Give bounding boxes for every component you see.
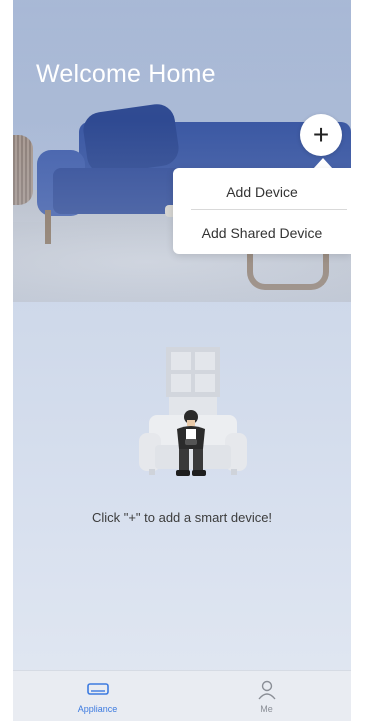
person-shoe <box>192 470 206 476</box>
person-icon <box>257 680 276 700</box>
app-screen: Welcome Home + Add Device Add Shared Dev… <box>13 0 351 721</box>
plus-icon: + <box>312 119 330 150</box>
bottom-tab-bar: Appliance Me <box>13 670 351 721</box>
sofa-leg <box>231 469 237 475</box>
person-shoe <box>176 470 190 476</box>
menu-divider <box>191 209 347 210</box>
person-face <box>187 420 195 426</box>
menu-item-add-shared-device[interactable]: Add Shared Device <box>173 221 351 245</box>
person-leg <box>193 449 203 471</box>
sofa-leg <box>149 469 155 475</box>
window-pane <box>171 374 191 392</box>
add-dropdown-menu: Add Device Add Shared Device <box>173 168 351 254</box>
empty-state-message: Click "+" to add a smart device! <box>91 510 273 525</box>
window-pane <box>195 352 215 370</box>
window-pane <box>171 352 191 370</box>
add-button[interactable]: + <box>300 114 342 156</box>
person-leg <box>179 449 189 471</box>
person-phone <box>185 439 197 445</box>
tab-appliance-label: Appliance <box>77 704 118 714</box>
person-on-sofa-illustration <box>139 347 247 476</box>
hero-banner-image <box>13 0 351 302</box>
tab-me-label: Me <box>260 704 273 714</box>
hero-overlay <box>13 0 351 302</box>
tab-appliance[interactable]: Appliance <box>13 671 182 721</box>
menu-item-add-device[interactable]: Add Device <box>173 180 351 204</box>
appliance-icon <box>86 683 109 695</box>
page-title: Welcome Home <box>36 60 216 88</box>
window-pane <box>195 374 215 392</box>
tab-me[interactable]: Me <box>182 671 351 721</box>
